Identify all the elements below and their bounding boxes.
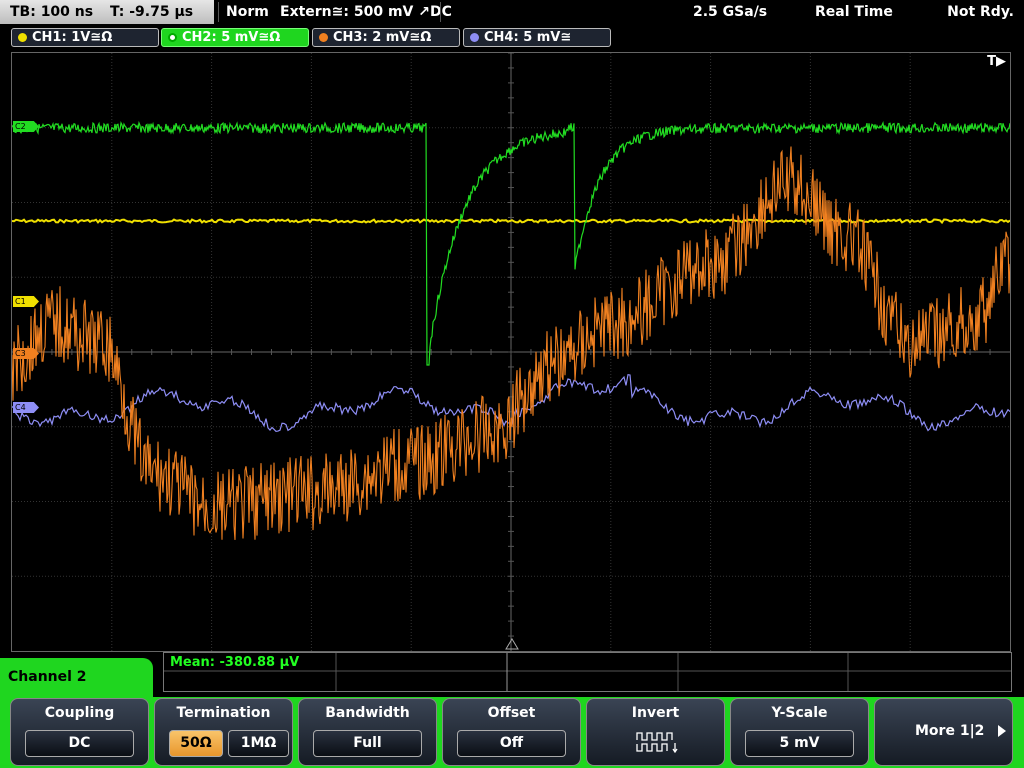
ch3-level-marker[interactable]: C3 — [13, 348, 39, 359]
ch4-level-marker[interactable]: C4 — [13, 402, 39, 413]
timebase-value: TB: 100 ns — [10, 4, 94, 20]
menu-title: Channel 2 — [0, 658, 153, 698]
yscale-softkey[interactable]: Y-Scale 5 mV — [730, 698, 869, 766]
tab-ch4[interactable]: CH4: 5 mV≅ — [463, 28, 611, 47]
softkey-bar: Coupling DC Termination 50Ω 1MΩ Bandwidt… — [0, 697, 1024, 768]
invert-waveform-icon — [636, 732, 678, 753]
divider — [440, 2, 441, 22]
trigger-time-value: T: -9.75 µs — [109, 4, 194, 20]
arrow-right-icon — [998, 725, 1006, 737]
tab-ch4-label: CH4: 5 mV≅ — [484, 30, 572, 45]
ch1-level-marker[interactable]: C1 — [13, 296, 39, 307]
termination-label: Termination — [176, 705, 271, 721]
acquisition-mode[interactable]: Real Time — [815, 0, 893, 24]
waveform-display[interactable] — [11, 52, 1011, 652]
offset-value[interactable]: Off — [457, 730, 566, 757]
mean-measurement: Mean: -380.88 µV — [170, 655, 300, 670]
acquisition-state: Not Rdy. — [947, 4, 1014, 20]
tab-ch2-label: CH2: 5 mV≅Ω — [182, 30, 281, 45]
waveform-canvas — [12, 53, 1010, 651]
termination-1mohm-option[interactable]: 1MΩ — [228, 730, 289, 757]
tab-ch3[interactable]: CH3: 2 mV≅Ω — [312, 28, 460, 47]
tab-ch1-label: CH1: 1V≅Ω — [32, 30, 113, 45]
offset-softkey[interactable]: Offset Off — [442, 698, 581, 766]
offset-label: Offset — [487, 705, 536, 721]
trigger-level-indicator: T▶ — [987, 54, 1006, 69]
trigger-mode[interactable]: Norm — [226, 0, 269, 24]
more-softkey[interactable]: More 1|2 — [874, 698, 1013, 766]
ch2-level-marker[interactable]: C2 — [13, 121, 39, 132]
ch1-dot-icon — [18, 33, 27, 42]
more-label: More 1|2 — [915, 723, 985, 739]
status-bar: TB: 100 ns T: -9.75 µs Norm Extern≅: 500… — [0, 0, 1024, 26]
coupling-softkey[interactable]: Coupling DC — [10, 698, 149, 766]
sample-rate: 2.5 GSa/s — [693, 4, 768, 20]
termination-softkey[interactable]: Termination 50Ω 1MΩ — [154, 698, 293, 766]
tab-ch2[interactable]: CH2: 5 mV≅Ω — [161, 28, 309, 47]
divider — [218, 2, 219, 22]
termination-50ohm-option[interactable]: 50Ω — [169, 730, 223, 757]
yscale-value[interactable]: 5 mV — [745, 730, 854, 757]
ch3-dot-icon — [319, 33, 328, 42]
invert-label: Invert — [631, 705, 680, 721]
bandwidth-label: Bandwidth — [325, 705, 410, 721]
bandwidth-value[interactable]: Full — [313, 730, 422, 757]
graticule — [12, 53, 1010, 651]
coupling-label: Coupling — [44, 705, 115, 721]
coupling-value[interactable]: DC — [25, 730, 134, 757]
menu-title-label: Channel 2 — [8, 669, 87, 685]
invert-softkey[interactable]: Invert — [586, 698, 725, 766]
tab-ch1[interactable]: CH1: 1V≅Ω — [11, 28, 159, 47]
yscale-label: Y-Scale — [771, 705, 828, 721]
ch2-dot-icon — [168, 33, 177, 42]
timebase-box[interactable]: TB: 100 ns T: -9.75 µs — [0, 0, 214, 24]
ch4-dot-icon — [470, 33, 479, 42]
measurement-panel[interactable]: Mean: -380.88 µV — [163, 652, 1012, 692]
trigger-position-marker — [505, 638, 519, 650]
channel-tabs: CH1: 1V≅Ω CH2: 5 mV≅Ω CH3: 2 mV≅Ω CH4: 5… — [0, 26, 1024, 48]
bandwidth-softkey[interactable]: Bandwidth Full — [298, 698, 437, 766]
tab-ch3-label: CH3: 2 mV≅Ω — [333, 30, 432, 45]
trigger-source[interactable]: Extern≅: 500 mV ↗DC — [280, 0, 452, 24]
